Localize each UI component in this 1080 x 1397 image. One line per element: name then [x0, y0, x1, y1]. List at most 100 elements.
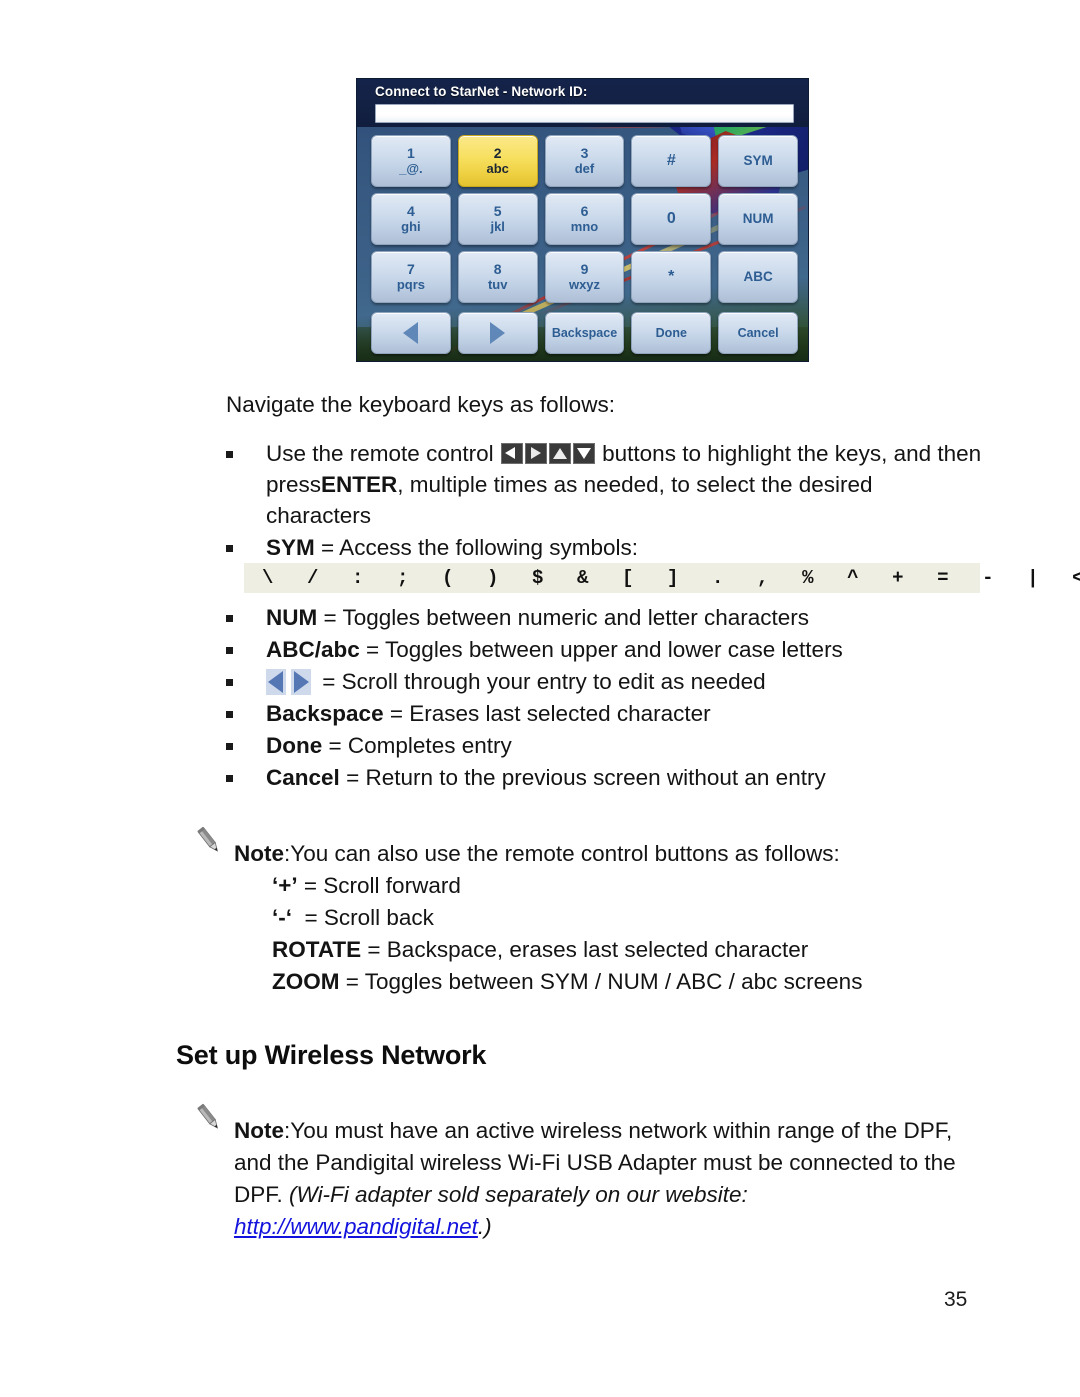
key-0-label: 0 [666, 209, 676, 227]
note1-line-3: ROTATE = Backspace, erases last selected… [272, 937, 809, 962]
note1-head: Note:You can also use the remote control… [192, 826, 992, 870]
bullet-abc-text: = Toggles between upper and lower case l… [366, 637, 843, 662]
bullet-done: Done = Completes entry [222, 730, 982, 761]
key-1-number: 1 [407, 145, 415, 162]
keypad-scroll-left-button[interactable] [371, 312, 451, 354]
keypad-done-button[interactable]: Done [631, 312, 712, 354]
key-3-number: 3 [580, 145, 589, 162]
note1-label: Note [234, 841, 284, 866]
key-2-number: 2 [493, 145, 502, 162]
keypad-screenshot: Connect to StarNet - Network ID: 1 _@. 2… [356, 78, 809, 362]
remote-up-arrow-icon [548, 443, 571, 464]
bullet-cancel-label: Cancel [266, 765, 340, 790]
pencil-icon [197, 826, 219, 852]
key-asterisk[interactable]: * [631, 251, 712, 303]
key-4[interactable]: 4 ghi [371, 193, 451, 245]
remote-down-arrow-icon [572, 443, 595, 464]
page-number: 35 [944, 1288, 968, 1311]
key-4-number: 4 [407, 203, 415, 220]
key-8[interactable]: 8 tuv [457, 251, 538, 303]
bullet-remote-control: Use the remote control buttons to highli… [222, 438, 982, 531]
network-id-input[interactable] [375, 104, 794, 123]
symbol-set-strip: \ / : ; ( ) $ & [ ] . , % ^ + = - | < > … [244, 563, 1080, 593]
key-abc-label: ABC [743, 268, 773, 284]
key-num[interactable]: NUM [718, 193, 798, 245]
key-8-letters: tuv [487, 277, 508, 293]
bullet-sym-text: = Access the following symbols: [321, 535, 639, 560]
key-3-letters: def [574, 161, 595, 177]
bullet-done-label: Done [266, 733, 323, 758]
key-5[interactable]: 5 jkl [457, 193, 538, 245]
key-num-label: NUM [742, 210, 774, 226]
note1-line-2: ‘-‘ = Scroll back [272, 905, 434, 930]
note1-lines: ‘+’ = Scroll forward ‘-‘ = Scroll back R… [192, 870, 992, 998]
keypad-cancel-button[interactable]: Cancel [718, 312, 798, 354]
note1-text: :You can also use the remote control but… [284, 841, 840, 866]
keypad-backspace-button[interactable]: Backspace [544, 312, 625, 354]
scroll-left-arrow-icon [266, 669, 286, 695]
key-abc[interactable]: ABC [718, 251, 798, 303]
bullet-backspace-text: = Erases last selected character [389, 701, 711, 726]
key-5-letters: jkl [490, 219, 505, 235]
note2-head: Note:You must have an active wireless ne… [192, 1103, 992, 1243]
keypad-footer: Backspace Done Cancel [357, 309, 808, 361]
key-0[interactable]: 0 [631, 193, 712, 245]
key-9-number: 9 [580, 261, 589, 278]
keypad-grid: 1 _@. 2 abc 3 def # SYM 4 ghi 5 jkl 6 mn… [371, 135, 798, 303]
keypad-body: 1 _@. 2 abc 3 def # SYM 4 ghi 5 jkl 6 mn… [357, 127, 808, 309]
key-5-number: 5 [493, 203, 502, 220]
note1-line-1: ‘+’ = Scroll forward [272, 873, 461, 898]
bullet-cancel: Cancel = Return to the previous screen w… [222, 762, 982, 793]
key-hash[interactable]: # [631, 135, 712, 187]
arrow-left-icon [403, 322, 419, 344]
scroll-right-arrow-icon [291, 669, 311, 695]
key-9[interactable]: 9 wxyz [544, 251, 625, 303]
bullet-scroll-text: = Scroll through your entry to edit as n… [322, 669, 766, 694]
bullet-cancel-text: = Return to the previous screen without … [346, 765, 826, 790]
remote-left-arrow-icon [500, 443, 523, 464]
bullet-sym-label: SYM [266, 535, 315, 560]
bullet-num: NUM = Toggles between numeric and letter… [222, 602, 982, 633]
key-1-letters: _@. [399, 161, 423, 177]
key-7[interactable]: 7 pqrs [371, 251, 451, 303]
key-7-letters: pqrs [396, 277, 425, 293]
key-sym-label: SYM [743, 152, 773, 168]
lead-paragraph: Navigate the keyboard keys as follows: [226, 392, 615, 417]
key-8-number: 8 [493, 261, 502, 278]
bullet-backspace-label: Backspace [266, 701, 384, 726]
note1-line-4: ZOOM = Toggles between SYM / NUM / ABC /… [272, 969, 863, 994]
key-3[interactable]: 3 def [544, 135, 625, 187]
pandigital-website-link[interactable]: http://www.pandigital.net [234, 1214, 478, 1239]
key-6[interactable]: 6 mno [544, 193, 625, 245]
bullet-num-label: NUM [266, 605, 318, 630]
bullet-abc: ABC/abc = Toggles between upper and lowe… [222, 634, 982, 665]
remote-right-arrow-icon [524, 443, 547, 464]
note2-italic-tail: .) [477, 1214, 492, 1239]
key-1[interactable]: 1 _@. [371, 135, 451, 187]
key-4-letters: ghi [401, 219, 421, 235]
bullet-remote-text-1: Use the remote control [266, 441, 494, 466]
note-remote-buttons: Note:You can also use the remote control… [192, 826, 992, 998]
bullet-num-text: = Toggles between numeric and letter cha… [323, 605, 810, 630]
key-9-letters: wxyz [568, 277, 601, 293]
bullet-scroll-arrows: = Scroll through your entry to edit as n… [222, 666, 982, 697]
key-7-number: 7 [407, 261, 415, 278]
keypad-scroll-right-button[interactable] [457, 312, 538, 354]
note-wireless-requirements: Note:You must have an active wireless ne… [192, 1103, 992, 1243]
keypad-title: Connect to StarNet - Network ID: [375, 84, 588, 99]
page-title: Set up Wireless Network [176, 1040, 487, 1070]
bullet-remote-enter: ENTER [321, 472, 398, 497]
bullet-abc-label: ABC/abc [266, 637, 360, 662]
bullet-done-text: = Completes entry [328, 733, 512, 758]
note2-label: Note [234, 1118, 284, 1143]
key-hash-label: # [666, 151, 676, 169]
pencil-icon [197, 1103, 219, 1129]
key-sym[interactable]: SYM [718, 135, 798, 187]
bullet-backspace: Backspace = Erases last selected charact… [222, 698, 982, 729]
note2-italic-text: (Wi-Fi adapter sold separately on our we… [289, 1182, 748, 1207]
instruction-bullet-list: Use the remote control buttons to highli… [222, 438, 982, 794]
key-2[interactable]: 2 abc [457, 135, 538, 187]
arrow-right-icon [490, 322, 506, 344]
bullet-sym: SYM = Access the following symbols: [222, 532, 982, 563]
key-asterisk-label: * [668, 267, 675, 285]
